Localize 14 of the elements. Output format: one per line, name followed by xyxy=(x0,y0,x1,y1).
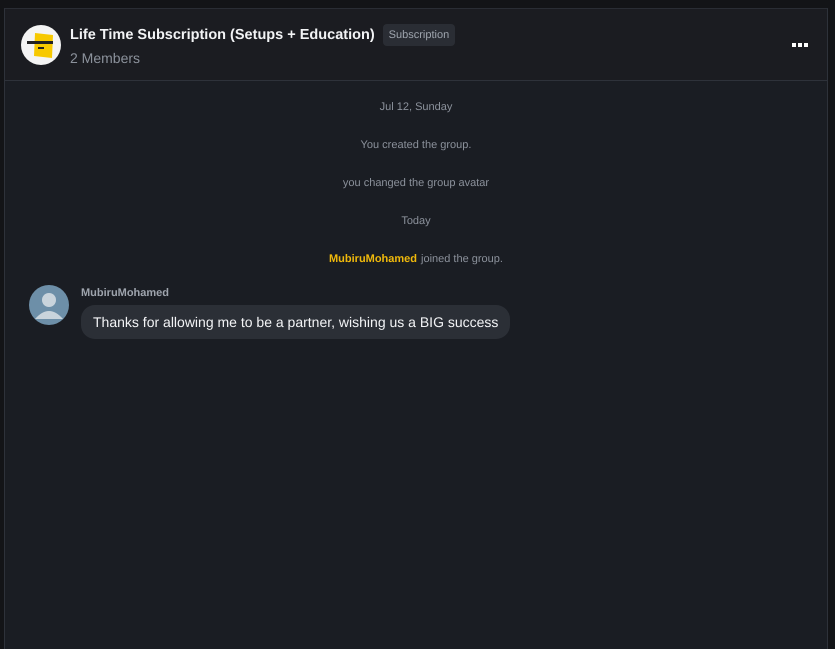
date-divider: Jul 12, Sunday xyxy=(380,101,452,113)
member-count[interactable]: 2 Members xyxy=(70,50,140,66)
system-message: you changed the group avatar xyxy=(342,177,490,189)
message-bubble: Thanks for allowing me to be a partner, wishing us a BIG success xyxy=(81,305,510,339)
group-title: Life Time Subscription (Setups + Education) xyxy=(70,26,375,42)
subscription-tag: Subscription xyxy=(382,24,456,46)
user-avatar[interactable] xyxy=(29,285,69,325)
group-avatar-logo xyxy=(21,24,61,64)
date-divider: Today xyxy=(401,215,431,227)
more-options-icon[interactable] xyxy=(792,42,808,46)
system-message: joined the group. xyxy=(421,253,503,265)
system-message: You created the group. xyxy=(360,139,472,151)
user-name-link[interactable]: MubiruMohamed xyxy=(329,253,418,265)
sender-name[interactable]: MubiruMohamed xyxy=(81,287,169,299)
